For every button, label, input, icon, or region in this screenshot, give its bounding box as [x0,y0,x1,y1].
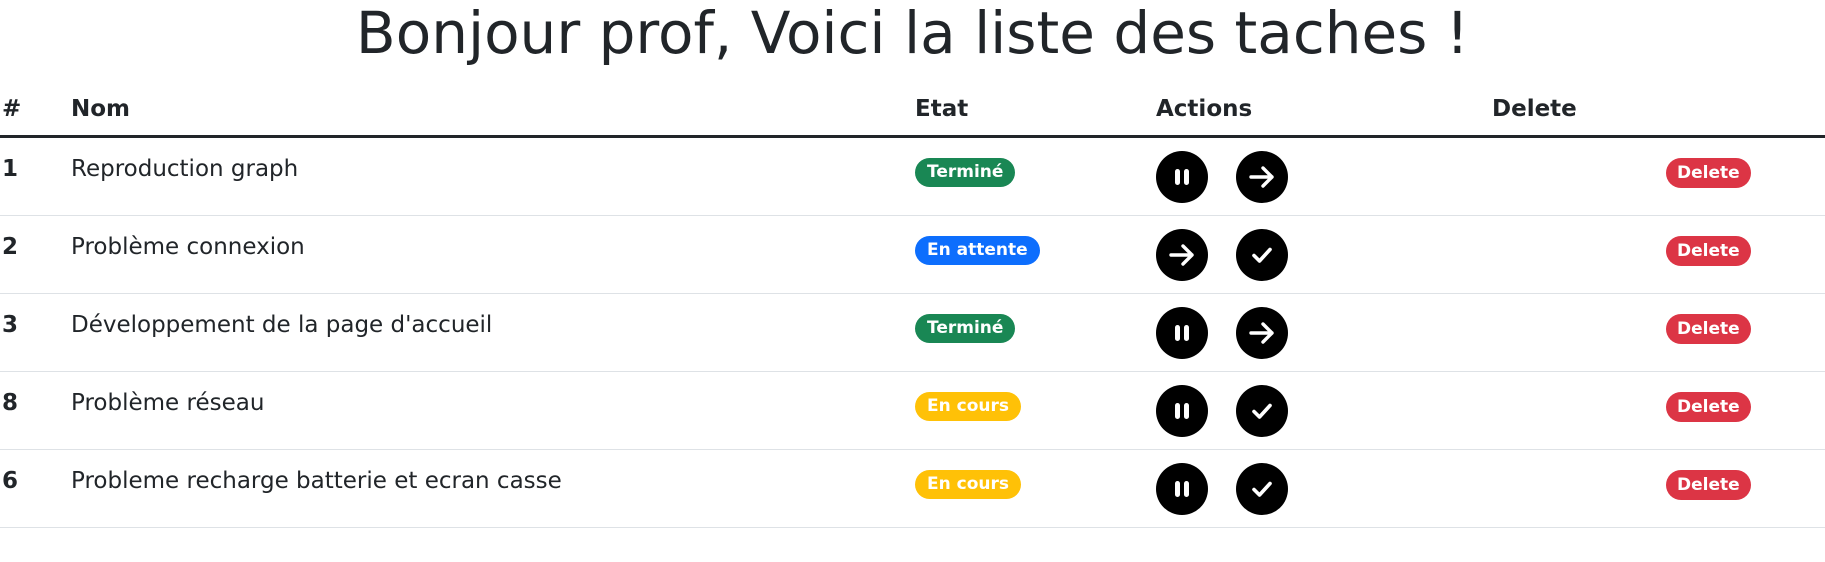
pause-icon [1175,325,1189,341]
table-row: 8 Problème réseau En cours Delete [0,372,1825,450]
task-id: 8 [2,390,19,416]
task-name: Problème réseau [71,390,265,416]
start-button[interactable] [1156,229,1208,281]
task-name: Développement de la page d'accueil [71,312,493,338]
arrow-right-icon [1249,166,1274,188]
action-group [1156,229,1288,281]
task-id: 1 [2,156,19,182]
arrow-right-icon [1249,322,1274,344]
delete-button[interactable]: Delete [1666,236,1751,266]
task-table: # Nom Etat Actions Delete 1 Reproduction… [0,86,1825,528]
table-row: 2 Problème connexion En attente Delete [0,216,1825,294]
pause-button[interactable] [1156,385,1208,437]
task-name: Probleme recharge batterie et ecran cass… [71,468,562,494]
complete-button[interactable] [1236,229,1288,281]
action-group [1156,463,1288,515]
status-badge: Terminé [915,158,1016,187]
header-name: Nom [71,96,131,122]
status-badge: Terminé [915,314,1016,343]
status-badge: En attente [915,236,1040,265]
table-row: 6 Probleme recharge batterie et ecran ca… [0,450,1825,528]
page-title: Bonjour prof, Voici la liste des taches … [355,0,1470,67]
delete-button[interactable]: Delete [1666,158,1751,188]
complete-button[interactable] [1236,385,1288,437]
start-button[interactable] [1236,307,1288,359]
header-num: # [2,96,22,122]
status-badge: En cours [915,392,1021,421]
complete-button[interactable] [1236,463,1288,515]
check-icon [1252,247,1272,263]
header-delete: Delete [1492,96,1577,122]
pause-icon [1175,403,1189,419]
delete-button[interactable]: Delete [1666,470,1751,500]
task-id: 2 [2,234,19,260]
check-icon [1252,403,1272,419]
pause-button[interactable] [1156,463,1208,515]
delete-button[interactable]: Delete [1666,314,1751,344]
header-state: Etat [915,96,969,122]
action-group [1156,307,1288,359]
task-id: 6 [2,468,19,494]
table-row: 3 Développement de la page d'accueil Ter… [0,294,1825,372]
start-button[interactable] [1236,151,1288,203]
check-icon [1252,481,1272,497]
pause-icon [1175,169,1189,185]
delete-button[interactable]: Delete [1666,392,1751,422]
task-id: 3 [2,312,19,338]
table-row: 1 Reproduction graph Terminé Delete [0,138,1825,216]
action-group [1156,151,1288,203]
pause-icon [1175,481,1189,497]
table-header: # Nom Etat Actions Delete [0,86,1825,138]
task-name: Reproduction graph [71,156,299,182]
arrow-right-icon [1169,244,1194,266]
status-badge: En cours [915,470,1021,499]
pause-button[interactable] [1156,307,1208,359]
task-name: Problème connexion [71,234,305,260]
pause-button[interactable] [1156,151,1208,203]
header-actions: Actions [1156,96,1253,122]
action-group [1156,385,1288,437]
